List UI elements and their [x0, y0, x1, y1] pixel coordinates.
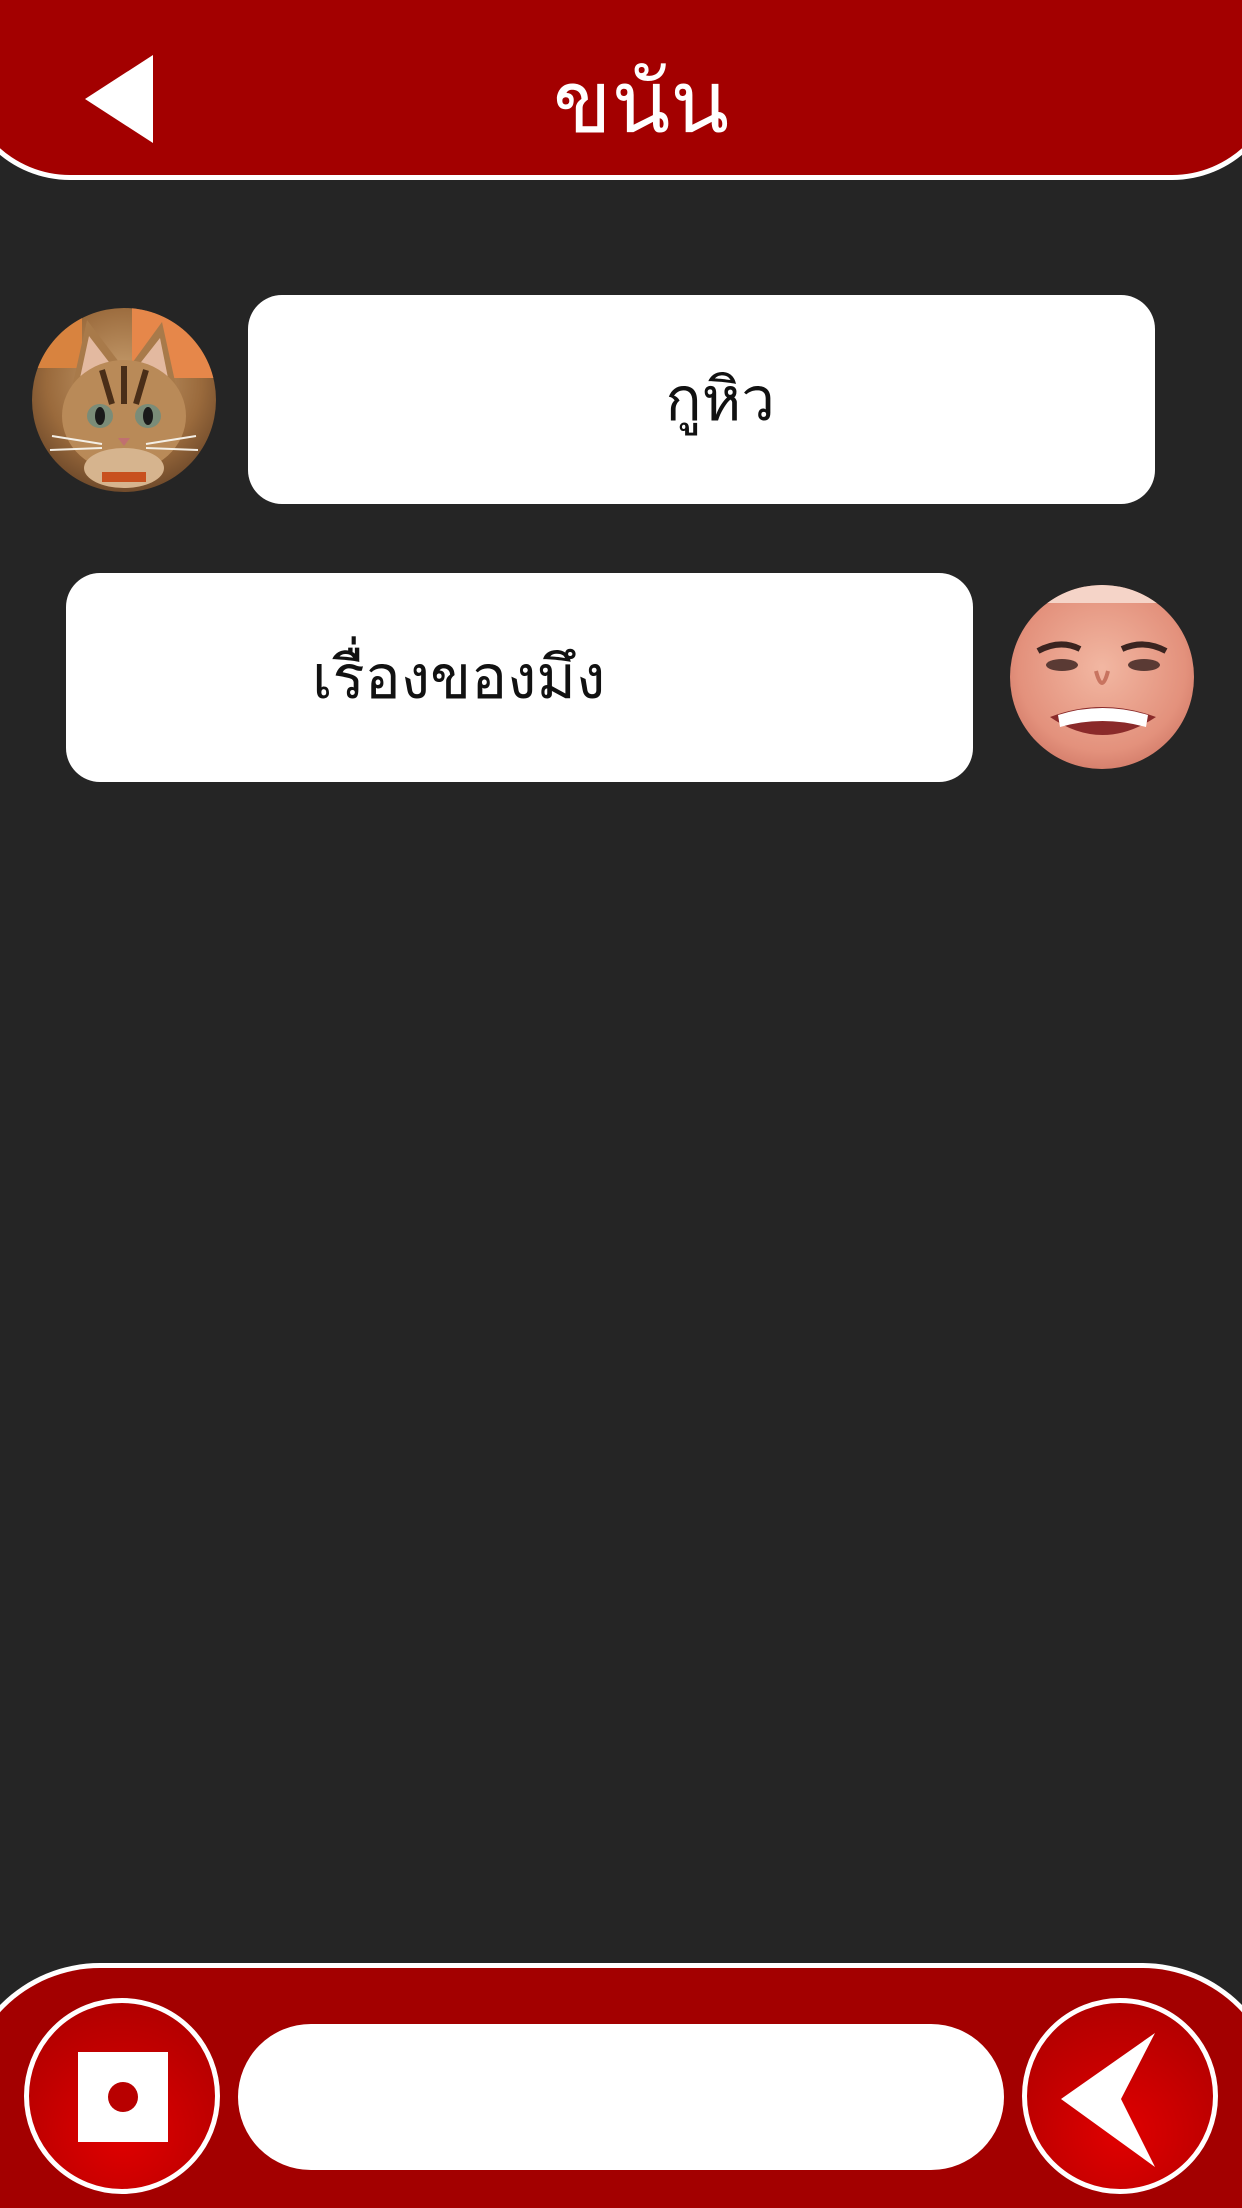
send-button[interactable]: [1022, 1998, 1218, 2194]
chat-screen: ขนัน กูหิว เรื่องของมึง: [0, 0, 1242, 2208]
message-text: กูหิว: [665, 365, 775, 435]
stop-button[interactable]: [24, 1998, 220, 2194]
page-title: ขนัน: [552, 53, 730, 153]
record-dot: [108, 2082, 138, 2112]
cat-avatar-icon: [32, 308, 216, 492]
message-bubble-incoming[interactable]: กูหิว: [248, 295, 1155, 504]
message-text: เรื่องของมึง: [312, 643, 606, 713]
send-arrow-icon: [1061, 2033, 1155, 2167]
message-input[interactable]: [238, 2024, 1004, 2170]
message-bubble-outgoing[interactable]: เรื่องของมึง: [66, 573, 973, 782]
user-face-avatar-icon: [1010, 585, 1194, 769]
stop-record-icon: [78, 2052, 168, 2142]
avatar[interactable]: [32, 308, 216, 492]
avatar[interactable]: [1010, 585, 1194, 769]
